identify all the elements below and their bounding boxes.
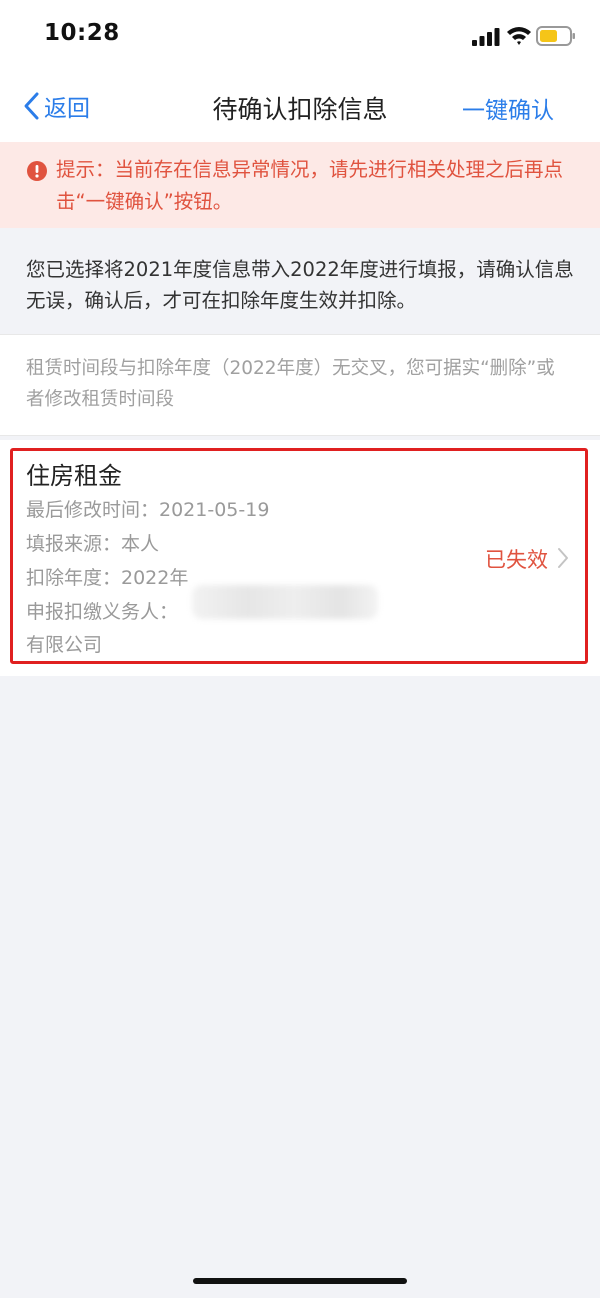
intro-text: 您已选择将2021年度信息带入2022年度进行填报，请确认信息无误，确认后，才可…	[26, 258, 574, 312]
battery-icon	[536, 26, 575, 46]
cellular-signal-icon	[472, 28, 500, 46]
back-button[interactable]: 返回	[22, 88, 90, 124]
card-title: 住房租金	[26, 462, 122, 490]
home-indicator	[193, 1278, 407, 1284]
status-time: 10:28	[44, 20, 120, 46]
alert-icon	[27, 161, 47, 181]
alert-banner: 提示：当前存在信息异常情况，请先进行相关处理之后再点击“一键确认”按钮。	[0, 142, 600, 228]
last-modified-text: 最后修改时间：2021-05-19	[26, 499, 270, 521]
navigation-bar: 返回 待确认扣除信息 一键确认	[0, 70, 600, 143]
deduction-year-text: 扣除年度：2022年	[26, 567, 189, 589]
housing-rent-card[interactable]: 住房租金 最后修改时间：2021-05-19 填报来源：本人 扣除年度：2022…	[0, 440, 600, 676]
chevron-right-icon	[558, 548, 568, 568]
confirm-all-button[interactable]: 一键确认	[462, 91, 554, 125]
withholder-company-suffix: 有限公司	[26, 634, 103, 656]
rental-note-text: 租赁时间段与扣除年度（2022年度）无交叉，您可据实“删除”或者修改租赁时间段	[26, 358, 555, 410]
alert-text: 提示：当前存在信息异常情况，请先进行相关处理之后再点击“一键确认”按钮。	[56, 158, 564, 213]
status-bar: 10:28	[0, 0, 600, 70]
redacted-withholder-name	[192, 585, 378, 619]
status-badge: 已失效	[485, 548, 548, 572]
withholder-label: 申报扣缴义务人：	[26, 601, 179, 623]
intro-section: 您已选择将2021年度信息带入2022年度进行填报，请确认信息无误，确认后，才可…	[0, 240, 600, 332]
back-label: 返回	[44, 96, 90, 122]
source-text: 填报来源：本人	[26, 533, 160, 555]
chevron-left-icon	[24, 92, 39, 120]
rental-note: 租赁时间段与扣除年度（2022年度）无交叉，您可据实“删除”或者修改租赁时间段	[0, 334, 600, 436]
wifi-icon	[507, 27, 531, 45]
